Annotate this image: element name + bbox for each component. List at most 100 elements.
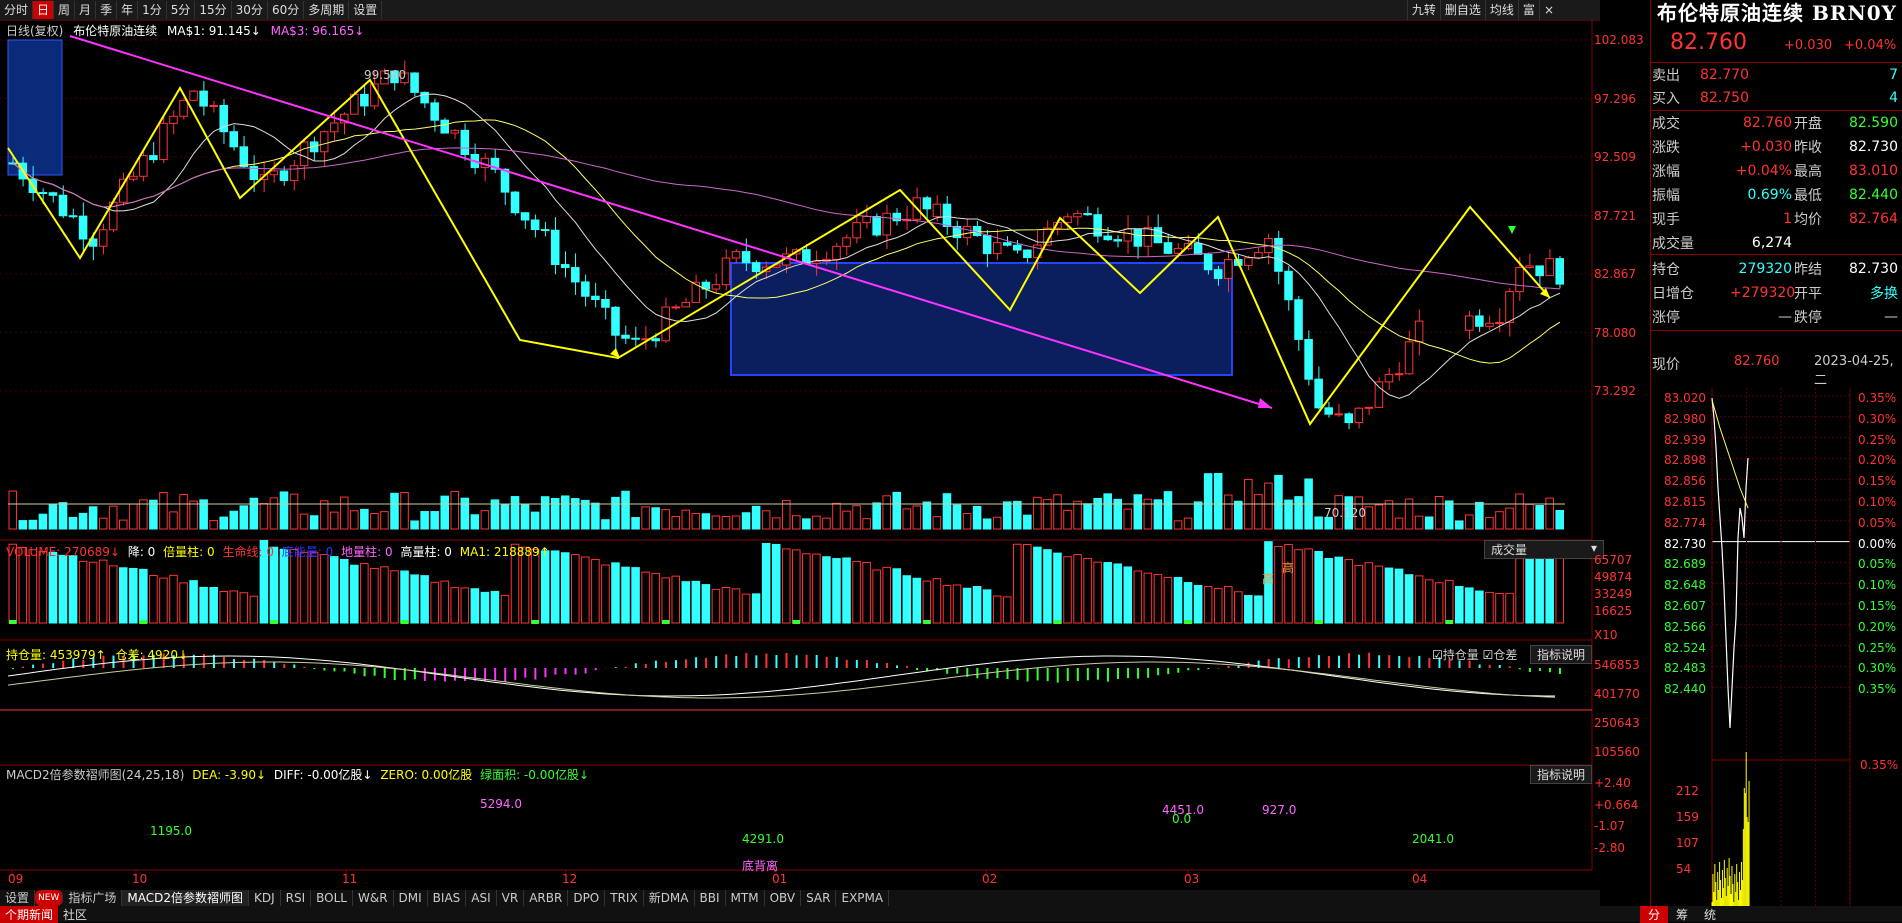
volume-bar (520, 503, 530, 530)
period-10[interactable]: 60分 (268, 1, 305, 19)
indicator-tab-13[interactable]: DPO (568, 890, 606, 906)
period-7[interactable]: 5分 (167, 1, 196, 19)
x-axis-label: 03 (1184, 872, 1200, 886)
community-tab[interactable]: 社区 (58, 906, 92, 923)
oi-diff-bar (661, 620, 670, 624)
volume-bar (450, 490, 460, 530)
volume-value: VOLUME: 270689↓ (6, 545, 120, 559)
mini-tab-0[interactable]: 分 (1640, 906, 1669, 923)
volume-bar (1033, 496, 1042, 530)
indicator-tab-0[interactable]: 设置 (0, 890, 36, 906)
oi-bar (1294, 549, 1303, 624)
candle-body (1073, 212, 1082, 218)
volume-bar (1013, 500, 1022, 530)
candle-body (460, 129, 470, 156)
oi-bar (912, 577, 922, 624)
oi-bar (1213, 587, 1223, 624)
period-12[interactable]: 设置 (349, 1, 383, 19)
indicator-tab-19[interactable]: SAR (801, 890, 837, 906)
volume-bar (1475, 501, 1484, 530)
candle-body (1274, 237, 1283, 272)
indicator-tab-12[interactable]: ARBR (524, 890, 569, 906)
oi-bar (1073, 554, 1082, 624)
oi-checkbox[interactable]: ☑ (1432, 648, 1443, 662)
macd-explain-button[interactable]: 指标说明 (1530, 765, 1593, 784)
oi-y-tick: 105560 (1594, 745, 1640, 759)
indicator-tab-4[interactable]: KDJ (249, 890, 281, 906)
oi-explain-button[interactable]: 指标说明 (1530, 645, 1593, 664)
period-9[interactable]: 30分 (232, 1, 268, 19)
volume-bar (1485, 516, 1494, 530)
indicator-tab-10[interactable]: ASI (466, 890, 497, 906)
period-1[interactable]: 日 (33, 1, 55, 19)
indicator-tab-16[interactable]: BBI (695, 890, 726, 906)
indicator-tab-1[interactable]: NEW (35, 890, 64, 906)
quote-label: 成交 (1652, 116, 1680, 132)
indicator-tab-18[interactable]: OBV (765, 890, 802, 906)
volume-bar (279, 491, 289, 530)
period-0[interactable]: 分时 (0, 1, 34, 19)
period-2[interactable]: 周 (54, 1, 76, 19)
toolbar-right-0[interactable]: 九转 (1406, 0, 1440, 20)
toolbar-right-2[interactable]: 均线 (1484, 0, 1518, 20)
volume-bar (249, 497, 259, 530)
indicator-tab-7[interactable]: W&R (353, 890, 394, 906)
oi-bar (149, 574, 158, 624)
oi-bar (179, 582, 188, 624)
volume-bar (159, 492, 168, 530)
oi-bar (641, 571, 650, 624)
period-11[interactable]: 多周期 (304, 1, 350, 19)
vol-item-4: 底能量: 0 (281, 545, 334, 559)
indicator-tab-17[interactable]: MTM (726, 890, 765, 906)
candle-body (1254, 252, 1263, 259)
indicator-tab-2[interactable]: 指标广场 (63, 890, 123, 906)
mini-right-tick: 0.25% (1858, 640, 1897, 655)
chart-area[interactable] (0, 20, 1650, 890)
indicator-tab-14[interactable]: TRIX (605, 890, 644, 906)
candle-body (832, 245, 841, 260)
oi-bar (601, 564, 610, 624)
quote-value: — (1884, 309, 1898, 325)
oi-bar (792, 549, 801, 624)
indicator-tab-3[interactable]: MACD2倍参数褶师图 (122, 890, 249, 906)
period-4[interactable]: 季 (96, 1, 118, 19)
volume-bar (179, 494, 188, 530)
volume-bar (460, 497, 470, 530)
volume-dropdown[interactable]: 成交量 ▾ (1484, 540, 1604, 559)
oi-bar (470, 588, 480, 624)
candle-body (520, 212, 530, 221)
oi-bar (1163, 576, 1173, 624)
news-tab[interactable]: 个期新闻 (0, 905, 59, 923)
vol-item-3: 生命线: 0 (222, 545, 274, 559)
indicator-tab-9[interactable]: BIAS (428, 890, 467, 906)
indicator-tab-15[interactable]: 新DMA (644, 890, 695, 906)
toolbar-right-1[interactable]: 删自选 (1439, 0, 1485, 20)
period-8[interactable]: 15分 (195, 1, 232, 19)
oi-bar (1314, 551, 1323, 624)
indicator-tab-6[interactable]: BOLL (311, 890, 353, 906)
indicator-tab-11[interactable]: VR (497, 890, 525, 906)
period-6[interactable]: 1分 (138, 1, 167, 19)
oi-bar (1424, 579, 1434, 624)
indicator-tab-8[interactable]: DMI (394, 890, 428, 906)
diff-checkbox[interactable]: ☑ (1483, 648, 1494, 662)
mini-tab-2[interactable]: 统 (1696, 906, 1724, 923)
volume-bar (540, 496, 550, 530)
period-5[interactable]: 年 (117, 1, 139, 19)
indicator-tab-20[interactable]: EXPMA (836, 890, 890, 906)
volume-bar (189, 500, 198, 530)
volume-bar (802, 518, 811, 530)
bid-volume: 4 (1889, 90, 1898, 106)
volume-bar (1173, 520, 1183, 530)
toolbar-right-3[interactable]: 富 (1517, 0, 1539, 20)
oi-bar (1304, 548, 1313, 624)
divider (1650, 62, 1902, 63)
oi-bar (129, 567, 138, 624)
period-3[interactable]: 月 (75, 1, 97, 19)
indicator-tab-5[interactable]: RSI (281, 890, 312, 906)
oi-bar (812, 553, 821, 624)
close-icon[interactable]: × (1538, 0, 1558, 20)
mini-tab-1[interactable]: 筹 (1668, 906, 1696, 923)
quote-value: 82.760 (1743, 115, 1792, 131)
candle-body (1535, 265, 1544, 277)
